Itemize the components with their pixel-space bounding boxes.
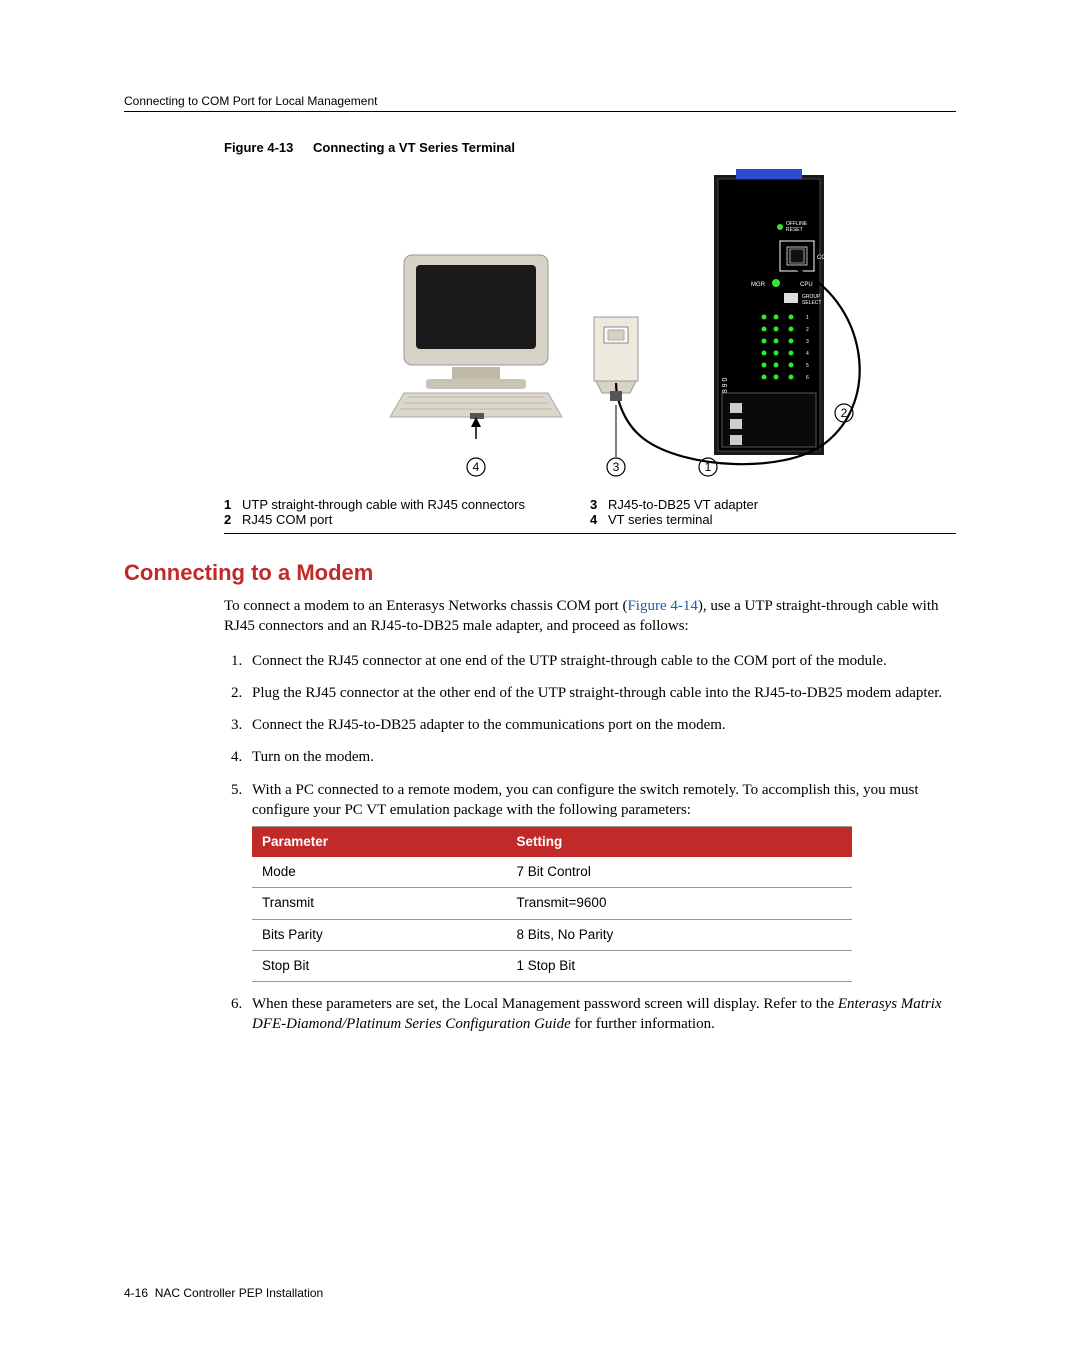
section-heading: Connecting to a Modem (124, 560, 956, 586)
intro-pre: To connect a modem to an Enterasys Netwo… (224, 598, 627, 614)
page-number: 4-16 (124, 1286, 148, 1300)
legend-num-4: 4 (590, 512, 608, 527)
svg-text:COM: COM (817, 255, 831, 261)
running-header: Connecting to COM Port for Local Managem… (124, 94, 956, 112)
cell-setting: Transmit=9600 (507, 888, 852, 919)
svg-text:5: 5 (806, 363, 809, 369)
step-5-text: With a PC connected to a remote modem, y… (252, 782, 919, 818)
cell-param: Bits Parity (252, 919, 507, 950)
step-3: Connect the RJ45-to-DB25 adapter to the … (246, 715, 956, 735)
step6-pre: When these parameters are set, the Local… (252, 996, 838, 1012)
figure-caption: Figure 4-13 Connecting a VT Series Termi… (224, 140, 956, 155)
step-4: Turn on the modem. (246, 747, 956, 767)
svg-text:4: 4 (806, 351, 809, 357)
table-row: Mode 7 Bit Control (252, 857, 852, 888)
legend-text-3: RJ45-to-DB25 VT adapter (608, 497, 758, 512)
table-row: Bits Parity 8 Bits, No Parity (252, 919, 852, 950)
step-2: Plug the RJ45 connector at the other end… (246, 683, 956, 703)
page-footer: 4-16 NAC Controller PEP Installation (124, 1286, 323, 1300)
figure-legend: 1 UTP straight-through cable with RJ45 c… (224, 497, 956, 534)
legend-num-1: 1 (224, 497, 242, 512)
parameter-table: Parameter Setting Mode 7 Bit Control Tra… (252, 826, 852, 982)
cell-param: Mode (252, 857, 507, 888)
svg-text:SELECT: SELECT (802, 300, 821, 306)
svg-text:MGR: MGR (751, 282, 766, 288)
cell-setting: 8 Bits, No Parity (507, 919, 852, 950)
th-parameter: Parameter (252, 827, 507, 858)
legend-text-2: RJ45 COM port (242, 512, 332, 527)
figure-title: Connecting a VT Series Terminal (313, 140, 515, 155)
legend-num-2: 2 (224, 512, 242, 527)
cell-param: Transmit (252, 888, 507, 919)
svg-text:3: 3 (806, 339, 809, 345)
svg-text:3: 3 (613, 460, 620, 474)
legend-text-1: UTP straight-through cable with RJ45 con… (242, 497, 525, 512)
figure-diagram: OFFLINE RESET COM MGR CPU GROUP SELECT (224, 169, 956, 489)
svg-text:RESET: RESET (786, 227, 803, 233)
table-row: Stop Bit 1 Stop Bit (252, 950, 852, 981)
cell-setting: 7 Bit Control (507, 857, 852, 888)
steps-list: Connect the RJ45 connector at one end of… (224, 651, 956, 1035)
figure-4-14-link[interactable]: Figure 4-14 (627, 598, 697, 614)
legend-text-4: VT series terminal (608, 512, 713, 527)
cell-setting: 1 Stop Bit (507, 950, 852, 981)
intro-paragraph: To connect a modem to an Enterasys Netwo… (224, 596, 956, 637)
svg-text:2: 2 (841, 406, 848, 420)
step-6: When these parameters are set, the Local… (246, 994, 956, 1035)
table-row: Transmit Transmit=9600 (252, 888, 852, 919)
step6-post: for further information. (571, 1016, 715, 1032)
svg-text:2: 2 (806, 327, 809, 333)
footer-title: NAC Controller PEP Installation (155, 1286, 324, 1300)
svg-text:CPU: CPU (800, 282, 813, 288)
svg-text:1: 1 (705, 460, 712, 474)
svg-text:1: 1 (806, 315, 809, 321)
vt-terminal-diagram-svg: OFFLINE RESET COM MGR CPU GROUP SELECT (224, 169, 956, 489)
legend-num-3: 3 (590, 497, 608, 512)
figure-label: Figure 4-13 (224, 140, 293, 155)
cell-param: Stop Bit (252, 950, 507, 981)
svg-text:4: 4 (473, 460, 480, 474)
svg-text:6: 6 (806, 375, 809, 381)
th-setting: Setting (507, 827, 852, 858)
step-5: With a PC connected to a remote modem, y… (246, 780, 956, 983)
step-1: Connect the RJ45 connector at one end of… (246, 651, 956, 671)
